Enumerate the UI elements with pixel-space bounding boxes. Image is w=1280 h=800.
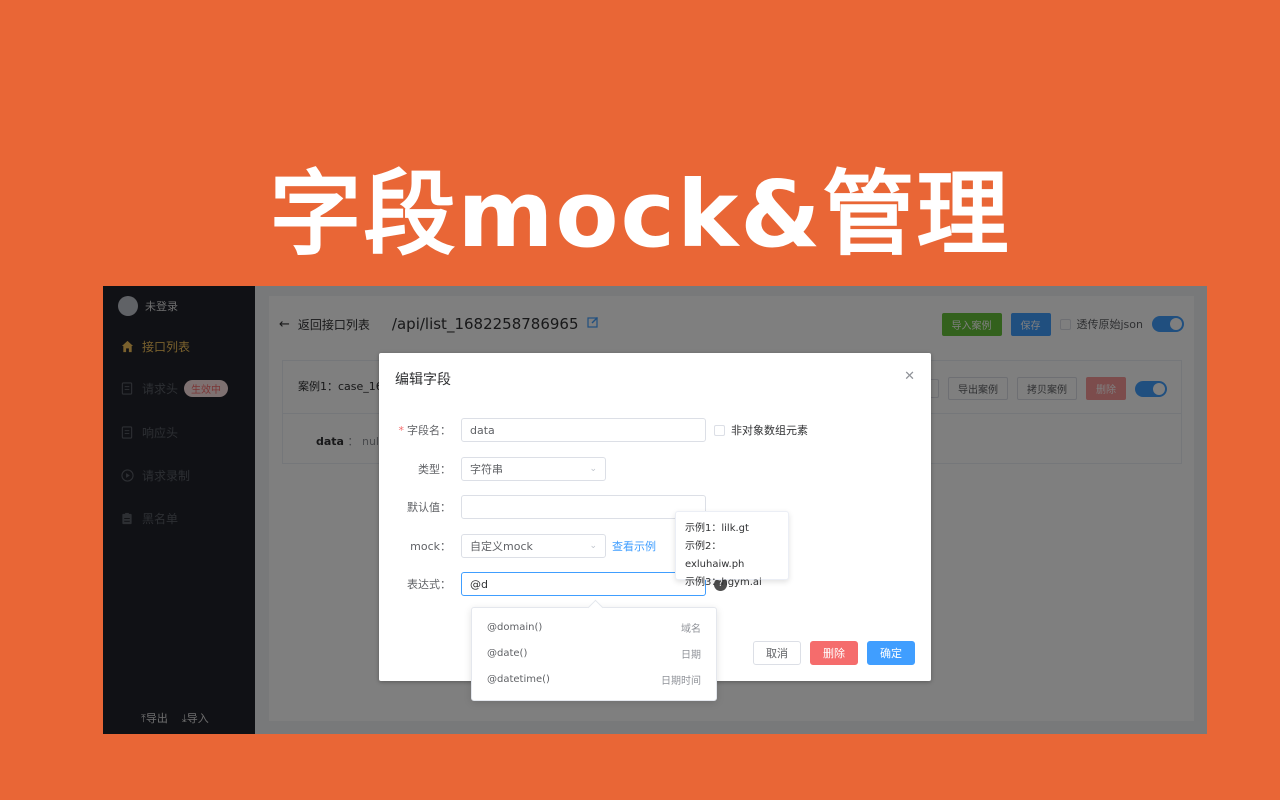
suggestion-desc: 日期 — [681, 649, 701, 661]
required-mark: * — [398, 424, 405, 437]
default-label: 默认值： — [407, 501, 451, 514]
mock-value: 自定义mock — [470, 540, 533, 553]
checkbox[interactable] — [714, 424, 725, 436]
autocomplete-dropdown: @domain() 域名 @date() 日期 @datetime() 日期时间 — [471, 607, 717, 701]
confirm-button[interactable]: 确定 — [867, 641, 915, 665]
suggestion-desc: 域名 — [681, 623, 701, 635]
suggestion-item[interactable]: @domain() 域名 — [472, 614, 716, 640]
example-line: 示例3：hgym.ai — [685, 577, 762, 588]
dialog-footer: 取消 删除 确定 — [753, 641, 915, 665]
non-object-array-label: 非对象数组元素 — [731, 424, 808, 437]
expression-input[interactable]: @d — [461, 572, 706, 596]
suggestion-fn: @date() — [487, 647, 528, 659]
chevron-down-icon: ⌄ — [589, 464, 597, 474]
cancel-button[interactable]: 取消 — [753, 641, 801, 665]
type-label: 类型： — [418, 463, 451, 476]
suggestion-fn: @datetime() — [487, 673, 550, 685]
field-name-input[interactable]: data — [461, 418, 706, 442]
type-value: 字符串 — [470, 463, 503, 476]
default-row: 默认值： — [379, 495, 706, 519]
field-name-row: * 字段名： data 非对象数组元素 — [379, 418, 808, 442]
non-object-array-checkbox[interactable]: 非对象数组元素 — [714, 422, 808, 438]
type-select[interactable]: 字符串 ⌄ — [461, 457, 606, 481]
type-row: 类型： 字符串 ⌄ — [379, 457, 606, 481]
mock-row: mock： 自定义mock ⌄ 查看示例 — [379, 534, 656, 558]
example-line: 示例2：exluhaiw.ph — [685, 541, 745, 570]
suggestion-item[interactable]: @date() 日期 — [472, 640, 716, 666]
expression-label: 表达式： — [407, 578, 451, 591]
suggestion-desc: 日期时间 — [661, 675, 701, 687]
suggestion-item[interactable]: @datetime() 日期时间 — [472, 666, 716, 692]
view-example-link[interactable]: 查看示例 — [612, 538, 656, 554]
close-icon[interactable]: ✕ — [904, 369, 915, 384]
example-tooltip: 示例1：lilk.gt 示例2：exluhaiw.ph 示例3：hgym.ai — [675, 511, 789, 588]
suggestion-fn: @domain() — [487, 621, 543, 633]
field-name-label: 字段名： — [407, 424, 451, 437]
mock-label: mock： — [410, 540, 451, 553]
chevron-down-icon: ⌄ — [589, 541, 597, 551]
delete-button[interactable]: 删除 — [810, 641, 858, 665]
mock-select[interactable]: 自定义mock ⌄ — [461, 534, 606, 558]
example-line: 示例1：lilk.gt — [685, 523, 749, 534]
default-input[interactable] — [461, 495, 706, 519]
banner-title: 字段mock&管理 — [269, 161, 1011, 268]
dialog-title: 编辑字段 — [395, 372, 451, 388]
